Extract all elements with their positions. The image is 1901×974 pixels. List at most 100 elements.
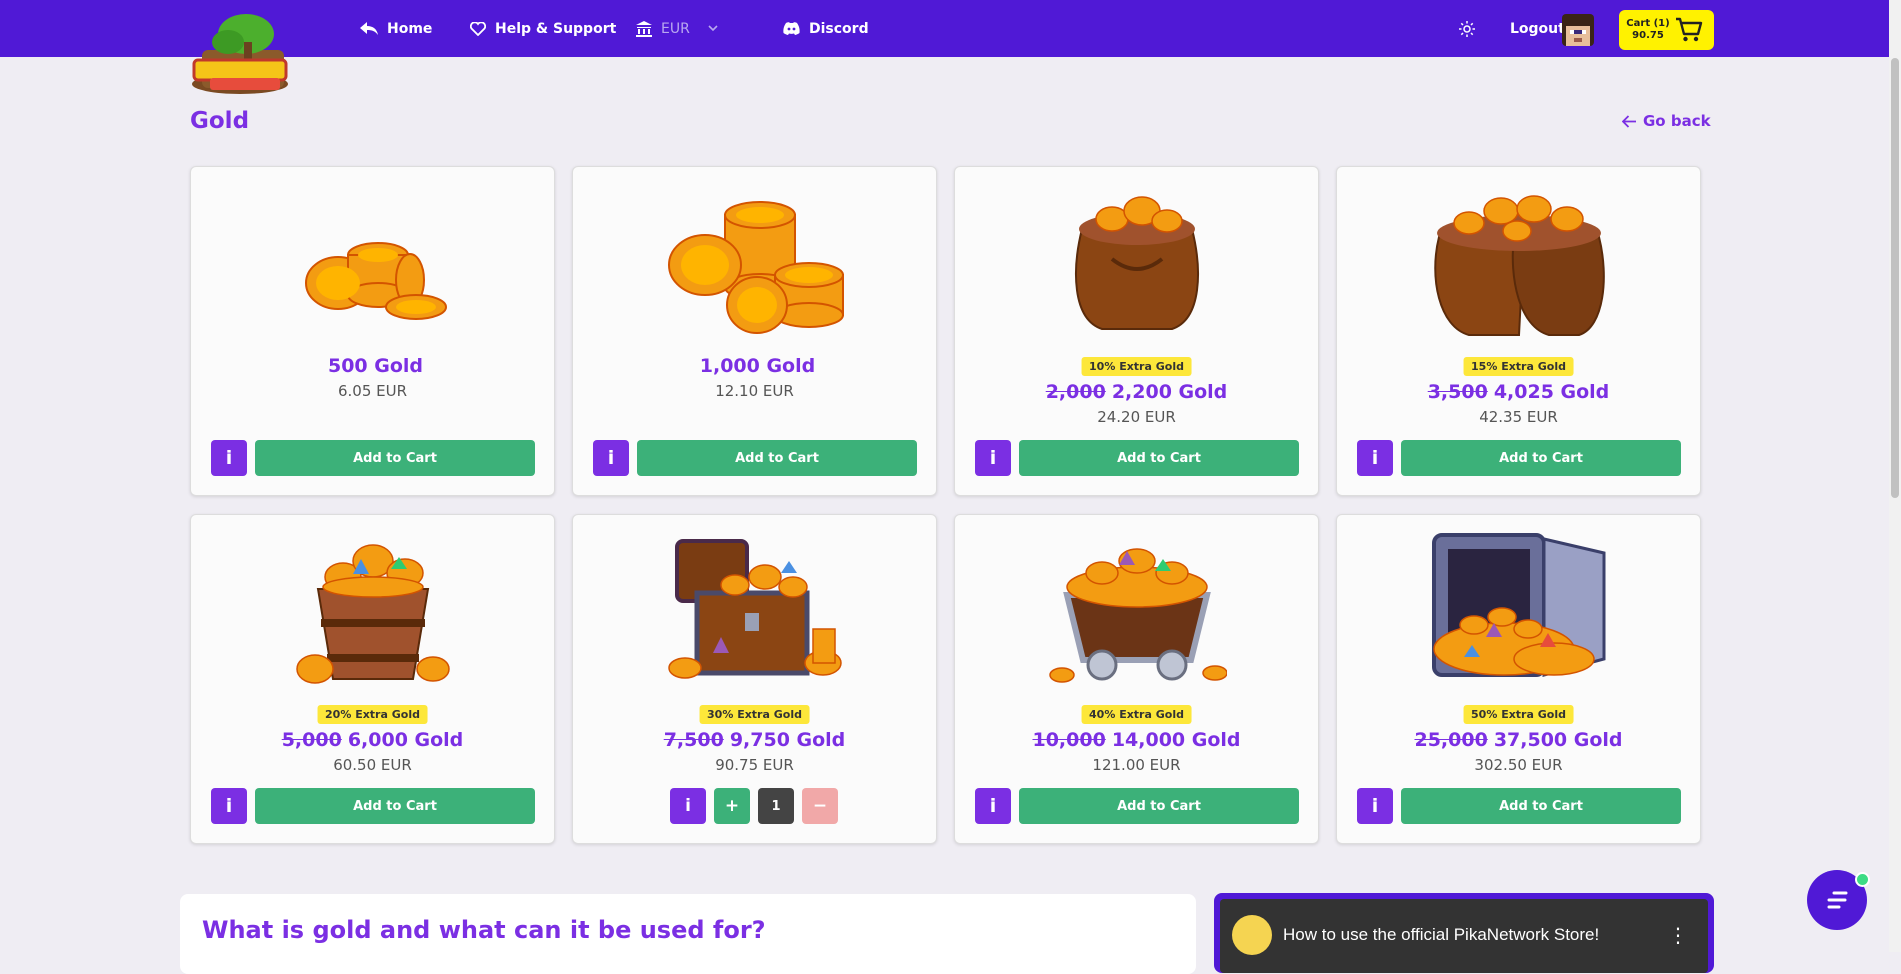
add-to-cart-button[interactable]: Add to Cart (255, 788, 535, 824)
original-amount: 2,000 (1045, 381, 1106, 403)
chat-icon (1827, 891, 1848, 909)
bonus-badge: 20% Extra Gold (317, 705, 428, 724)
gold-double-sack-image (1429, 187, 1609, 343)
online-status-dot (1855, 872, 1870, 887)
info-button[interactable]: i (211, 788, 247, 824)
arrow-left-icon (1622, 114, 1636, 128)
currency-selector[interactable]: EUR (636, 0, 727, 57)
product-card-6000-gold: 20% Extra Gold 5,000 6,000 Gold 60.50 EUR… (190, 514, 555, 844)
add-to-cart-button[interactable]: Add to Cart (255, 440, 535, 476)
site-logo[interactable] (190, 12, 296, 96)
info-button[interactable]: i (975, 440, 1011, 476)
channel-avatar (1232, 915, 1272, 955)
quantity-stepper: i + 1 − (670, 788, 838, 824)
original-amount: 10,000 (1032, 729, 1106, 751)
product-price: 6.05 EUR (337, 382, 408, 400)
product-name: 1,000 Gold (699, 355, 816, 377)
sun-icon (1459, 20, 1475, 37)
add-to-cart-button[interactable]: Add to Cart (1019, 440, 1299, 476)
gold-sack-image (1062, 189, 1212, 343)
increment-button[interactable]: + (714, 788, 750, 824)
product-card-2200-gold: 10% Extra Gold 2,000 2,200 Gold 24.20 EUR… (954, 166, 1319, 496)
product-price: 12.10 EUR (715, 382, 794, 400)
go-back-link[interactable]: Go back (1622, 112, 1711, 130)
cart-summary: Cart (1) 90.75 (1625, 18, 1671, 42)
product-card-37500-gold: 50% Extra Gold 25,000 37,500 Gold 302.50 … (1336, 514, 1701, 844)
about-gold-heading: What is gold and what can it be used for… (202, 916, 766, 944)
go-back-label: Go back (1643, 112, 1711, 130)
cart-button[interactable]: Cart (1) 90.75 (1619, 10, 1714, 50)
bonus-badge: 10% Extra Gold (1081, 357, 1192, 376)
scrollbar-thumb[interactable] (1891, 58, 1899, 498)
original-amount: 5,000 (281, 729, 342, 751)
product-title: 2,000 2,200 Gold (955, 381, 1318, 403)
logout-link[interactable]: Logout (1510, 0, 1565, 57)
info-button[interactable]: i (975, 788, 1011, 824)
original-amount: 7,500 (663, 729, 724, 751)
currency-value: EUR (661, 20, 690, 37)
cart-total: 90.75 (1632, 30, 1664, 41)
cart-count: Cart (1) (1626, 18, 1670, 29)
product-price: 302.50 EUR (1474, 756, 1563, 774)
product-card-4025-gold: 15% Extra Gold 3,500 4,025 Gold 42.35 EUR… (1336, 166, 1701, 496)
bank-icon (636, 20, 652, 37)
treasure-chest-image (665, 533, 845, 687)
product-price: 24.20 EUR (1097, 408, 1176, 426)
info-button[interactable]: i (593, 440, 629, 476)
product-price: 60.50 EUR (333, 756, 412, 774)
product-price: 121.00 EUR (1092, 756, 1181, 774)
product-name: 6,000 Gold (347, 729, 464, 751)
product-card-9750-gold: 30% Extra Gold 7,500 9,750 Gold 90.75 EUR… (572, 514, 937, 844)
store-video-embed[interactable]: How to use the official PikaNetwork Stor… (1214, 893, 1714, 973)
user-avatar[interactable] (1562, 14, 1594, 46)
add-to-cart-button[interactable]: Add to Cart (1401, 788, 1681, 824)
gold-coins-image (298, 225, 448, 329)
cart-icon (1676, 17, 1703, 42)
product-name: 2,200 Gold (1111, 381, 1228, 403)
gold-vault-image (1424, 529, 1614, 689)
video-menu-icon[interactable]: ⋮ (1668, 923, 1688, 947)
product-title: 5,000 6,000 Gold (191, 729, 554, 751)
page-title: Gold (190, 108, 250, 134)
info-button[interactable]: i (1357, 440, 1393, 476)
nav-discord-link[interactable]: Discord (783, 0, 869, 57)
add-to-cart-button[interactable]: Add to Cart (1401, 440, 1681, 476)
product-name: 14,000 Gold (1111, 729, 1241, 751)
product-card-500-gold: 500 Gold 6.05 EUR i Add to Cart (190, 166, 555, 496)
bonus-badge: 50% Extra Gold (1463, 705, 1574, 724)
product-title: 25,000 37,500 Gold (1337, 729, 1700, 751)
info-button[interactable]: i (211, 440, 247, 476)
nav-home-link[interactable]: Home (360, 0, 432, 57)
decrement-button[interactable]: − (802, 788, 838, 824)
product-price: 90.75 EUR (715, 756, 794, 774)
gold-minecart-image (1047, 535, 1228, 689)
gold-bucket-image (293, 529, 453, 693)
product-card-1000-gold: 1,000 Gold 12.10 EUR i Add to Cart (572, 166, 937, 496)
page-scrollbar[interactable] (1889, 0, 1901, 952)
nav-discord-label: Discord (809, 20, 869, 37)
product-name: 4,025 Gold (1493, 381, 1610, 403)
bonus-badge: 15% Extra Gold (1463, 357, 1574, 376)
nav-home-label: Home (387, 20, 433, 37)
heart-icon (470, 21, 486, 36)
bonus-badge: 40% Extra Gold (1081, 705, 1192, 724)
product-name: 37,500 Gold (1493, 729, 1623, 751)
video-player[interactable]: How to use the official PikaNetwork Stor… (1220, 899, 1708, 973)
product-title: 10,000 14,000 Gold (955, 729, 1318, 751)
gold-coin-stacks-image (665, 195, 845, 339)
info-button[interactable]: i (1357, 788, 1393, 824)
about-gold-section: What is gold and what can it be used for… (180, 894, 1196, 974)
info-button[interactable]: i (670, 788, 706, 824)
bonus-badge: 30% Extra Gold (699, 705, 810, 724)
add-to-cart-button[interactable]: Add to Cart (1019, 788, 1299, 824)
reply-arrow-icon (360, 21, 378, 35)
logout-label: Logout (1510, 20, 1565, 37)
discord-icon (783, 22, 800, 35)
nav-help-label: Help & Support (495, 20, 617, 37)
product-title: 1,000 Gold (573, 355, 936, 377)
add-to-cart-button[interactable]: Add to Cart (637, 440, 917, 476)
original-amount: 3,500 (1427, 381, 1488, 403)
theme-toggle-button[interactable] (1459, 0, 1484, 57)
quantity-value: 1 (758, 788, 794, 824)
nav-help-link[interactable]: Help & Support (470, 0, 616, 57)
